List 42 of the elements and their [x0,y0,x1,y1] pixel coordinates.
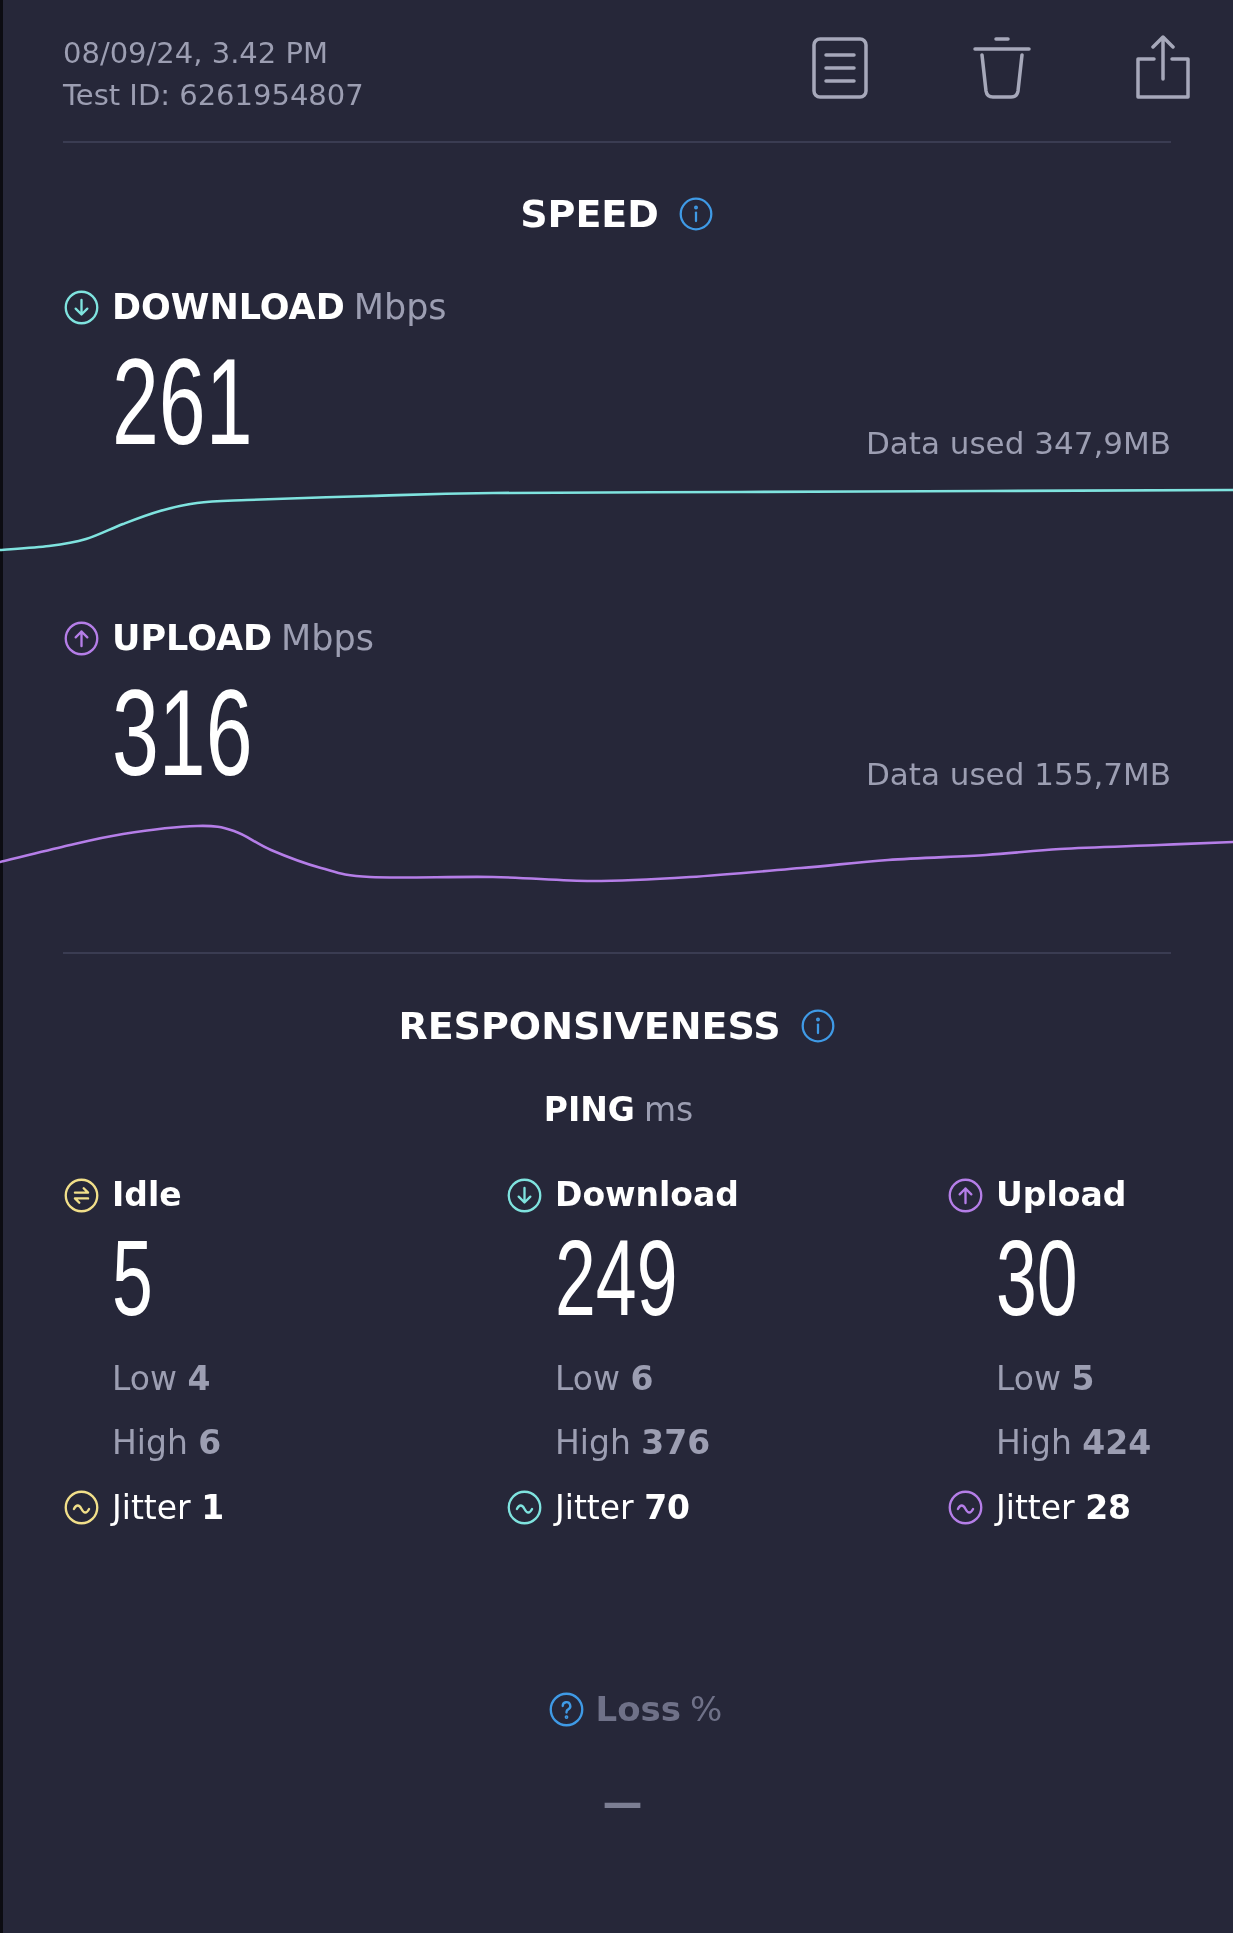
ping-value: 5 [112,1224,153,1332]
unit-label: ms [643,1089,694,1131]
loss-label: Loss [595,1688,682,1731]
wave-icon [64,1489,99,1525]
section-heading: SPEED [520,191,659,238]
speed-value: 261 [112,341,253,463]
ping-category-label: Download [555,1174,739,1216]
ping-heading: PING [543,1089,635,1131]
metric-label: DOWNLOAD [112,286,345,329]
share-icon[interactable] [1136,35,1190,99]
data-used-text: Data used 347,9MB [865,424,1171,463]
unit-label: % [690,1688,723,1731]
info-icon[interactable] [800,1009,835,1043]
test-id-text: Test ID: 6261954807 [63,77,364,114]
unit-label: Mbps [281,617,374,660]
data-used-text: Data used 155,7MB [865,755,1171,794]
swap-arrows-icon [64,1177,99,1213]
help-icon[interactable] [548,1691,584,1727]
jitter-text: Jitter 1 [112,1487,225,1527]
unit-label: Mbps [353,286,447,329]
loss-value: — [602,1779,643,1828]
section-heading: RESPONSIVENESS [398,1003,781,1050]
ping-value: 30 [996,1224,1078,1332]
high-ping-text: High 376 [555,1422,711,1464]
speed-value: 316 [112,672,253,794]
high-ping-text: High 6 [112,1422,222,1464]
low-ping-text: Low 5 [996,1358,1095,1400]
date-time-text: 08/09/24, 3.42 PM [63,35,328,72]
info-icon[interactable] [678,197,713,231]
document-icon[interactable] [812,37,868,99]
jitter-text: Jitter 70 [555,1487,691,1527]
trash-icon[interactable] [973,37,1031,99]
ping-category-label: Idle [112,1174,182,1216]
ping-category-label: Upload [996,1174,1127,1216]
low-ping-text: Low 6 [555,1358,654,1400]
wave-icon [507,1489,542,1525]
metric-label: UPLOAD [112,617,273,660]
jitter-text: Jitter 28 [996,1487,1132,1527]
ping-value: 249 [555,1224,678,1332]
low-ping-text: Low 4 [112,1358,211,1400]
high-ping-text: High 424 [996,1422,1152,1464]
wave-icon [948,1489,983,1525]
